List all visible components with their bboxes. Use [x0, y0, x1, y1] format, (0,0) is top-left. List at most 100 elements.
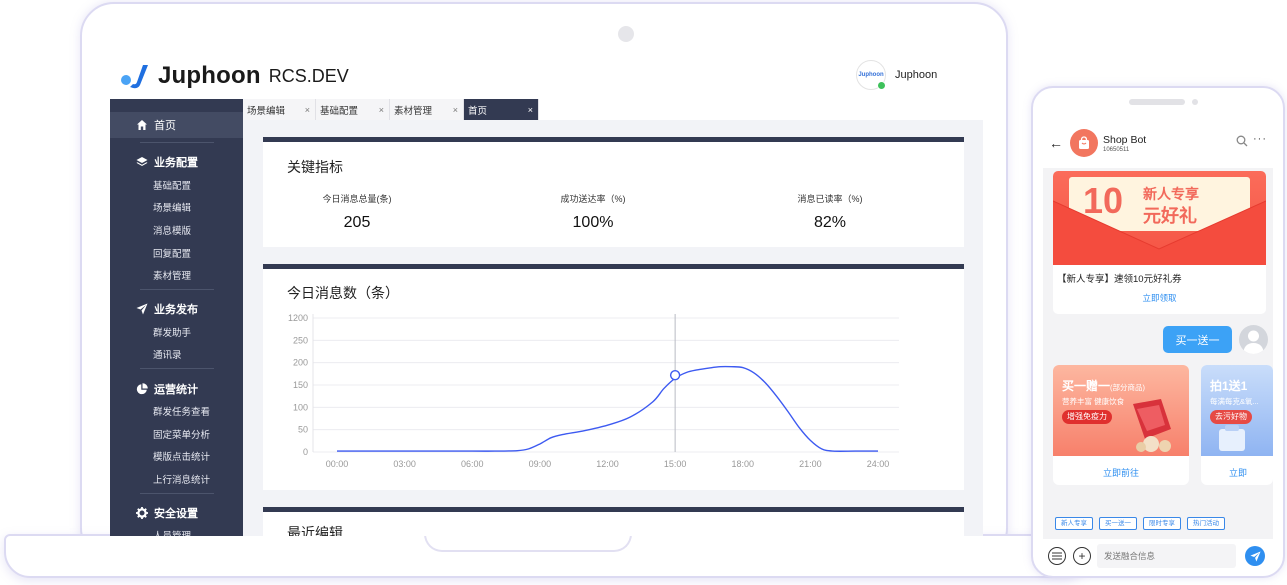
- kpi-card-title: 关键指标: [287, 159, 343, 175]
- kpi-card: 关键指标 今日消息总量(条) 205 成功送达率（%) 100% 消息已读率（%…: [263, 137, 964, 247]
- chip-buy-one-get-one[interactable]: 买一送一: [1099, 517, 1137, 530]
- close-icon[interactable]: ×: [379, 105, 384, 115]
- search-icon[interactable]: [1236, 135, 1248, 147]
- tab-basic-config[interactable]: 基础配置 ×: [316, 99, 390, 120]
- sidebar-item-template-click-stats[interactable]: 模版点击统计: [153, 449, 210, 463]
- tab-bar: 场景编辑 × 基础配置 × 素材管理 × 首页 ×: [243, 99, 983, 120]
- promo-card-buy1-get1[interactable]: 拍1送1 每满每克&氧... 去污好物 立即: [1201, 365, 1273, 485]
- sidebar-group-business-publish[interactable]: 业务发布: [136, 301, 198, 317]
- bot-avatar[interactable]: [1070, 129, 1098, 157]
- chart-card: 今日消息数（条） 0 50 100 150 200 250 1200 00:00 03:00 06…: [263, 264, 964, 490]
- x-tick-label: 12:00: [596, 459, 619, 469]
- close-icon[interactable]: ×: [528, 105, 533, 115]
- sidebar-item-contacts[interactable]: 通讯录: [153, 347, 182, 361]
- promo-go-link[interactable]: 立即: [1201, 466, 1273, 479]
- avatar[interactable]: Juphoon: [856, 60, 886, 90]
- recent-edits-card: 最近编辑: [263, 507, 964, 536]
- sidebar-item-bulk-task-view[interactable]: 群发任务查看: [153, 404, 210, 418]
- sidebar-item-scene-edit[interactable]: 场景编辑: [153, 200, 191, 214]
- chip-hot-events[interactable]: 热门活动: [1187, 517, 1225, 530]
- logo-subtitle: RCS.DEV: [268, 65, 349, 86]
- coupon-image: 10 新人专享 元好礼: [1053, 171, 1266, 265]
- sidebar-item-upstream-message-stats[interactable]: 上行消息统计: [153, 472, 210, 486]
- x-tick-label: 21:00: [799, 459, 822, 469]
- promo-title: 拍1送1: [1210, 379, 1248, 393]
- coupon-line2: 元好礼: [1143, 206, 1197, 226]
- coupon-claim-link[interactable]: 立即领取: [1053, 292, 1266, 304]
- sidebar-group-label: 安全设置: [154, 508, 198, 520]
- y-tick-label: 200: [293, 358, 308, 368]
- kpi-total-messages: 今日消息总量(条) 205: [257, 192, 457, 232]
- y-tick-label: 1200: [288, 313, 308, 323]
- promo-image: 拍1送1 每满每克&氧... 去污好物: [1201, 365, 1273, 456]
- tab-home[interactable]: 首页 ×: [464, 99, 539, 120]
- y-tick-label: 100: [293, 402, 308, 412]
- logo[interactable]: Juphoon RCS.DEV: [120, 62, 349, 90]
- close-icon[interactable]: ×: [305, 105, 310, 115]
- online-status-icon: [877, 81, 886, 90]
- phone-camera: [1192, 99, 1198, 105]
- sidebar-item-staff-management[interactable]: 人员管理: [153, 528, 191, 536]
- tab-scene-edit[interactable]: 场景编辑 ×: [243, 99, 316, 120]
- sidebar-item-message-template[interactable]: 消息模版: [153, 223, 191, 237]
- chip-new-user[interactable]: 新人专享: [1055, 517, 1093, 530]
- app-header: Juphoon RCS.DEV Juphoon Juphoon: [110, 52, 983, 99]
- kpi-label: 成功送达率（%): [560, 194, 626, 204]
- close-icon[interactable]: ×: [453, 105, 458, 115]
- sidebar-item-bulk-assistant[interactable]: 群发助手: [153, 325, 191, 339]
- plus-icon[interactable]: +: [1073, 547, 1091, 565]
- sidebar-divider: [140, 493, 214, 494]
- x-tick-label: 18:00: [731, 459, 754, 469]
- kpi-delivery-rate: 成功送达率（%) 100%: [493, 192, 693, 232]
- user-menu[interactable]: Juphoon Juphoon: [856, 60, 937, 90]
- kpi-label: 消息已读率（%): [797, 194, 863, 204]
- sidebar-item-basic-config[interactable]: 基础配置: [153, 178, 191, 192]
- gear-icon: [136, 507, 148, 519]
- shopping-bag-icon: [1079, 136, 1089, 149]
- sidebar-group-operations-stats[interactable]: 运营统计: [136, 381, 198, 397]
- pie-chart-icon: [136, 383, 148, 395]
- product-image-icon: [1133, 399, 1171, 452]
- more-icon[interactable]: ···: [1253, 133, 1267, 145]
- promo-subtitle: 每满每克&氧...: [1210, 397, 1259, 406]
- tab-material-management[interactable]: 素材管理 ×: [390, 99, 464, 120]
- x-tick-label: 06:00: [461, 459, 484, 469]
- product-image-icon: [1219, 425, 1245, 451]
- series-line: [337, 365, 878, 452]
- laptop-base: [4, 534, 1089, 578]
- promo-title: 买一赠一(部分商品): [1062, 379, 1146, 393]
- sidebar-item-fixed-menu-analysis[interactable]: 固定菜单分析: [153, 427, 210, 441]
- camera-dot: [618, 26, 634, 42]
- sidebar-group-business-config[interactable]: 业务配置: [136, 154, 198, 170]
- sidebar-item-reply-config[interactable]: 回复配置: [153, 246, 191, 260]
- sidebar-group-security-settings[interactable]: 安全设置: [136, 505, 198, 521]
- message-input[interactable]: 发送融合信息: [1097, 544, 1236, 568]
- promo-card-buy-one-get-one[interactable]: 买一赠一(部分商品) 营养丰富 健康饮食 增强免疫力 立即前往: [1053, 365, 1189, 485]
- chip-limited[interactable]: 限时专享: [1143, 517, 1181, 530]
- y-tick-label: 0: [303, 447, 308, 457]
- promo-image: 买一赠一(部分商品) 营养丰富 健康饮食 增强免疫力: [1053, 365, 1189, 456]
- chat-input-bar: + 发送融合信息: [1043, 539, 1273, 573]
- home-icon: [137, 120, 147, 130]
- send-button[interactable]: [1245, 546, 1265, 566]
- app-screen: Juphoon RCS.DEV Juphoon Juphoon 首页 业务配置: [110, 52, 983, 536]
- back-arrow-icon[interactable]: ←: [1049, 135, 1063, 151]
- line-chart: 0 50 100 150 200 250 1200 00:00 03:00 06:00 09:00 1…: [288, 313, 899, 469]
- x-tick-label: 00:00: [326, 459, 349, 469]
- tab-label: 基础配置: [320, 105, 359, 117]
- sidebar-item-label: 首页: [154, 120, 176, 132]
- sidebar-item-material-management[interactable]: 素材管理: [153, 268, 191, 282]
- send-icon: [1249, 550, 1261, 562]
- coupon-description: 【新人专享】速领10元好礼券: [1057, 274, 1182, 285]
- x-tick-label: 24:00: [867, 459, 890, 469]
- sidebar-divider: [140, 142, 214, 143]
- promo-go-link[interactable]: 立即前往: [1053, 466, 1189, 479]
- layers-icon: [136, 157, 148, 166]
- coupon-card[interactable]: 10 新人专享 元好礼 【新人专享】速领10元好礼券 立即领取: [1053, 171, 1266, 314]
- chat-screen: ← Shop Bot 10650511 ··· 10 新人专享 元好礼 【新人专…: [1043, 120, 1273, 573]
- sidebar-divider: [140, 368, 214, 369]
- menu-list-icon[interactable]: [1048, 547, 1066, 565]
- coupon-amount: 10: [1083, 180, 1124, 221]
- sidebar-item-home[interactable]: 首页: [110, 112, 243, 138]
- phone-frame: ← Shop Bot 10650511 ··· 10 新人专享 元好礼 【新人专…: [1031, 86, 1285, 578]
